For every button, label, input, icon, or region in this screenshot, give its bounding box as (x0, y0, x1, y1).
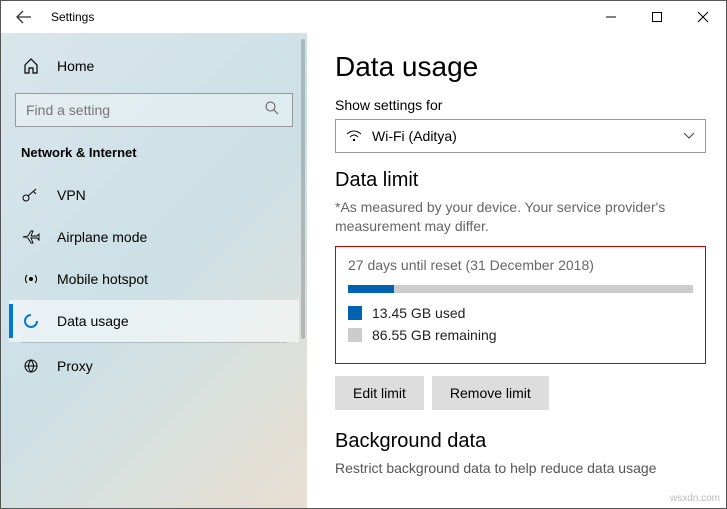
search-box[interactable] (15, 93, 293, 127)
section-title: Network & Internet (9, 145, 299, 174)
legend-used: 13.45 GB used (348, 305, 693, 321)
data-limit-heading: Data limit (335, 169, 706, 192)
close-button[interactable] (680, 1, 726, 33)
minimize-button[interactable] (588, 1, 634, 33)
proxy-icon (21, 358, 41, 374)
sidebar-item-label: Data usage (57, 313, 129, 329)
data-limit-box: 27 days until reset (31 December 2018) 1… (335, 246, 706, 364)
sidebar-item-data-usage[interactable]: Data usage (9, 300, 299, 342)
home-label: Home (57, 58, 94, 74)
limit-buttons: Edit limit Remove limit (335, 376, 706, 410)
back-arrow-icon (16, 9, 32, 25)
sidebar-item-label: Airplane mode (57, 229, 147, 245)
app-title: Settings (47, 10, 94, 24)
edit-limit-button[interactable]: Edit limit (335, 376, 424, 410)
background-data-note: Restrict background data to help reduce … (335, 459, 706, 478)
usage-progress-fill (348, 285, 394, 293)
home-icon (21, 58, 41, 74)
reset-line: 27 days until reset (31 December 2018) (348, 257, 693, 273)
maximize-button[interactable] (634, 1, 680, 33)
sidebar-item-vpn[interactable]: VPN (9, 174, 299, 216)
dropdown-value: Wi-Fi (Aditya) (372, 128, 683, 144)
network-dropdown[interactable]: Wi-Fi (Aditya) (335, 119, 706, 153)
main-panel: Data usage Show settings for Wi-Fi (Adit… (307, 33, 726, 508)
close-icon (698, 12, 708, 22)
watermark: wsxdn.com (670, 493, 720, 504)
swatch-remaining (348, 328, 362, 342)
back-button[interactable] (1, 1, 47, 33)
window-controls (588, 1, 726, 33)
vpn-icon (21, 188, 41, 202)
sidebar-item-label: Mobile hotspot (57, 271, 148, 287)
usage-progress-bar (348, 285, 693, 293)
chevron-down-icon (683, 127, 695, 145)
data-usage-icon (21, 313, 41, 329)
sidebar-item-proxy[interactable]: Proxy (9, 345, 299, 387)
measurement-note: *As measured by your device. Your servic… (335, 198, 706, 236)
remove-limit-button[interactable]: Remove limit (432, 376, 549, 410)
sidebar-scrollbar[interactable] (301, 39, 305, 339)
page-heading: Data usage (335, 51, 706, 83)
sidebar-item-hotspot[interactable]: Mobile hotspot (9, 258, 299, 300)
sidebar-item-label: VPN (57, 187, 86, 203)
minimize-icon (606, 12, 616, 22)
maximize-icon (652, 12, 662, 22)
swatch-used (348, 306, 362, 320)
used-text: 13.45 GB used (372, 305, 465, 321)
remaining-text: 86.55 GB remaining (372, 327, 497, 343)
home-nav[interactable]: Home (9, 45, 299, 87)
sidebar-divider (21, 342, 287, 343)
sidebar-item-label: Proxy (57, 358, 93, 374)
search-input[interactable] (26, 102, 264, 118)
show-settings-label: Show settings for (335, 97, 706, 113)
background-data-heading: Background data (335, 430, 706, 453)
titlebar: Settings (1, 1, 726, 33)
hotspot-icon (21, 271, 41, 287)
sidebar: Home Network & Internet VPN Airplane mod… (1, 33, 307, 508)
airplane-icon (21, 229, 41, 245)
wifi-icon (346, 130, 362, 142)
search-icon (264, 100, 282, 121)
sidebar-item-airplane[interactable]: Airplane mode (9, 216, 299, 258)
legend-remaining: 86.55 GB remaining (348, 327, 693, 343)
